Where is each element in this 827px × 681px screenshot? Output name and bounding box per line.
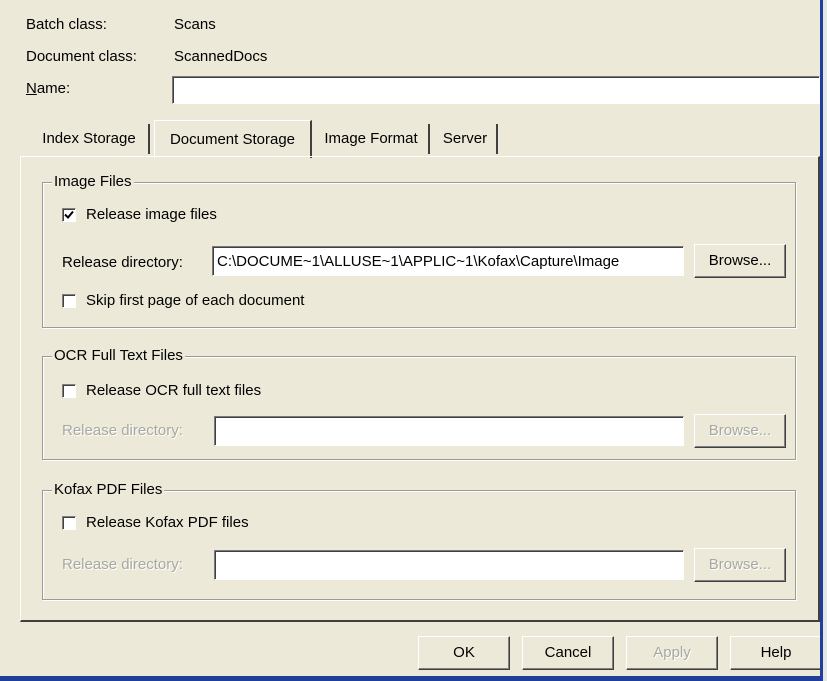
image-browse-button-label: Browse... — [708, 252, 772, 269]
tab-image-format-label: Image Format — [324, 130, 418, 147]
tab-index-storage-label: Index Storage — [42, 130, 136, 147]
ocr-release-directory-label: Release directory: — [62, 422, 183, 439]
name-field[interactable] — [172, 76, 820, 104]
kofax-release-setup-dialog: Batch class: Scans Document class: Scann… — [0, 0, 827, 681]
ocr-files-group-title: OCR Full Text Files — [52, 347, 185, 365]
release-pdf-files-label[interactable]: Release Kofax PDF files — [86, 514, 249, 532]
window-edge-right — [823, 0, 827, 681]
release-ocr-files-label[interactable]: Release OCR full text files — [86, 382, 261, 400]
release-ocr-files-checkbox[interactable] — [62, 384, 76, 398]
help-button[interactable]: Help — [730, 636, 822, 670]
window-border-bottom — [0, 676, 823, 681]
batch-class-label: Batch class: — [26, 16, 107, 33]
pdf-browse-button[interactable]: Browse... — [694, 548, 786, 582]
ok-button[interactable]: OK — [418, 636, 510, 670]
ocr-release-directory-field[interactable] — [214, 416, 684, 446]
ocr-browse-button[interactable]: Browse... — [694, 414, 786, 448]
pdf-release-directory-label: Release directory: — [62, 556, 183, 573]
tab-server-label: Server — [442, 130, 488, 147]
ok-button-label: OK — [453, 644, 475, 661]
checkmark-icon — [64, 210, 74, 219]
pdf-browse-button-label: Browse... — [708, 556, 772, 573]
ocr-browse-button-label: Browse... — [708, 422, 772, 439]
image-browse-button[interactable]: Browse... — [694, 244, 786, 278]
batch-class-value: Scans — [174, 16, 216, 33]
pdf-files-group — [42, 490, 796, 600]
image-release-directory-label: Release directory: — [62, 254, 183, 271]
release-image-files-label[interactable]: Release image files — [86, 206, 217, 224]
pdf-release-directory-field[interactable] — [214, 550, 684, 580]
name-label: Name: — [26, 80, 71, 97]
tab-server[interactable]: Server — [434, 124, 498, 154]
tab-document-storage[interactable]: Document Storage — [154, 120, 312, 158]
image-files-group-title: Image Files — [52, 173, 134, 191]
tab-image-format[interactable]: Image Format — [314, 124, 430, 154]
release-image-files-checkbox[interactable] — [62, 208, 76, 222]
name-label-rest: ame: — [36, 80, 71, 97]
cancel-button-label: Cancel — [544, 644, 592, 661]
image-release-directory-value: C:\DOCUME~1\ALLUSE~1\APPLIC~1\Kofax\Capt… — [217, 253, 620, 270]
document-class-label: Document class: — [26, 48, 137, 65]
apply-button-label: Apply — [653, 644, 691, 661]
apply-button[interactable]: Apply — [626, 636, 718, 670]
cancel-button[interactable]: Cancel — [522, 636, 614, 670]
image-release-directory-field[interactable]: C:\DOCUME~1\ALLUSE~1\APPLIC~1\Kofax\Capt… — [212, 246, 684, 276]
tab-index-storage[interactable]: Index Storage — [30, 124, 150, 154]
skip-first-page-checkbox[interactable] — [62, 294, 76, 308]
release-image-files-label-text: Release image files — [86, 206, 217, 223]
tab-document-storage-label: Document Storage — [169, 131, 296, 148]
skip-first-page-label[interactable]: Skip first page of each document — [86, 292, 304, 310]
pdf-files-group-title: Kofax PDF Files — [52, 481, 165, 499]
release-pdf-files-checkbox[interactable] — [62, 516, 76, 530]
document-class-value: ScannedDocs — [174, 48, 268, 65]
help-button-label: Help — [760, 644, 792, 661]
